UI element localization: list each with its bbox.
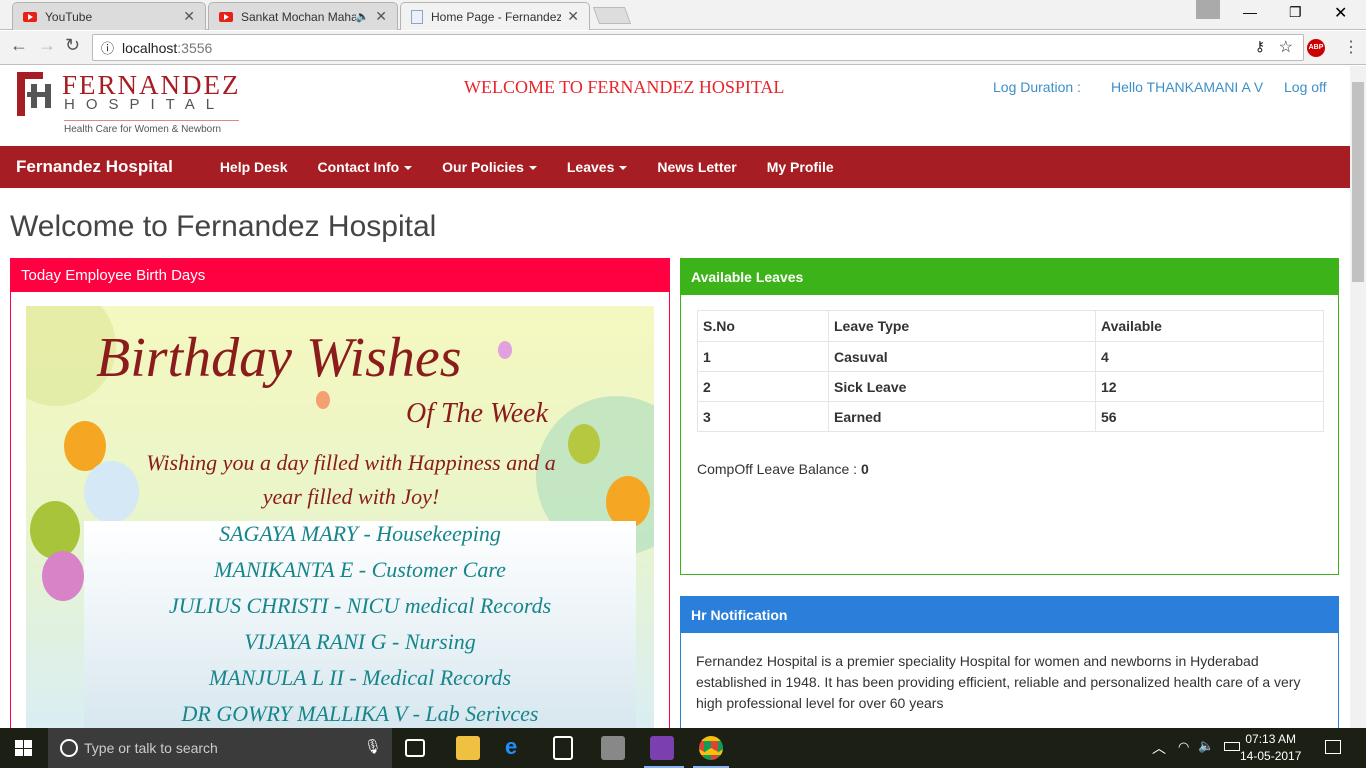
table-header: S.No Leave Type Available <box>697 310 1324 342</box>
taskbar-search[interactable]: Type or talk to search 🎙 <box>48 728 392 768</box>
user-greeting[interactable]: Hello THANKAMANI A V <box>1111 79 1263 95</box>
birthday-name: VIJAYA RANI G - Nursing <box>244 629 476 654</box>
leaves-table: S.No Leave Type Available 1 Casuval 4 2 Sick … <box>697 310 1324 432</box>
banner-subtitle: Of The Week <box>406 398 549 429</box>
birthday-name: MANJULA L II - Medical Records <box>208 665 512 690</box>
birthday-name: SAGAYA MARY - Housekeeping <box>219 521 501 546</box>
tab-youtube[interactable]: YouTube ✕ <box>12 2 206 30</box>
youtube-icon <box>23 11 37 22</box>
tab-sankat[interactable]: Sankat Mochan Maha 🔈 ✕ <box>208 2 398 30</box>
logo-mark-icon <box>15 72 59 116</box>
speaker-icon[interactable]: 🔈 <box>356 10 370 23</box>
info-icon: ⓘ <box>101 41 115 56</box>
windows-start-icon[interactable] <box>15 740 32 756</box>
nav-leaves[interactable]: Leaves <box>552 159 642 175</box>
clock[interactable]: 07:13 AM 14-05-2017 <box>1240 731 1301 765</box>
mic-icon[interactable]: 🎙 <box>364 738 382 755</box>
nav-help-desk[interactable]: Help Desk <box>205 159 303 175</box>
birthday-names: SAGAYA MARY - Housekeeping MANIKANTA E -… <box>84 521 636 736</box>
table-row: 1 Casuval 4 <box>697 341 1324 372</box>
leaves-panel-title: Available Leaves <box>681 259 1338 295</box>
key-icon[interactable]: ⚷ <box>1255 38 1265 55</box>
birthday-name: JULIUS CHRISTI - NICU medical Records <box>168 593 552 618</box>
caret-down-icon <box>619 166 628 171</box>
close-icon[interactable]: ✕ <box>375 8 387 25</box>
notifications-icon[interactable] <box>1325 740 1341 754</box>
leaves-panel: Available Leaves S.No Leave Type Available… <box>680 258 1339 575</box>
browser-toolbar: ← → ↻ ⓘ localhost:3556 ⚷ ☆ ABP ⋮ <box>0 31 1366 65</box>
table-row: 2 Sick Leave 12 <box>697 371 1324 402</box>
banner-title: Birthday Wishes <box>96 327 462 389</box>
visual-studio-icon[interactable] <box>650 736 674 760</box>
chrome-icon[interactable] <box>699 736 723 760</box>
birthdays-panel: Today Employee Birth Days Birthday Wishe… <box>10 258 670 738</box>
birthday-banner: Birthday Wishes Of The Week Wishing you … <box>26 306 654 736</box>
hr-notification-text: Fernandez Hospital is a premier speciali… <box>696 653 1301 711</box>
youtube-icon <box>219 11 233 22</box>
caret-down-icon <box>528 166 537 171</box>
cortana-icon <box>60 739 78 757</box>
new-tab-button[interactable] <box>592 7 632 24</box>
page-title: Welcome to Fernandez Hospital <box>10 210 437 243</box>
close-icon[interactable]: ✕ <box>183 8 195 25</box>
caret-down-icon <box>404 166 413 171</box>
banner-wish: Wishing you a day filled with Happiness … <box>146 450 556 509</box>
page-icon <box>411 9 423 24</box>
adblock-icon[interactable]: ABP <box>1307 39 1325 57</box>
menu-icon[interactable]: ⋮ <box>1343 37 1359 57</box>
compoff-balance: CompOff Leave Balance : 0 <box>697 461 869 477</box>
battery-icon[interactable] <box>1224 742 1240 751</box>
taskbar: Type or talk to search 🎙 e ︿ ◠ 🔈 07:13 AM… <box>0 728 1366 768</box>
main-nav: Fernandez Hospital Help Desk Contact Inf… <box>0 146 1350 188</box>
logoff-link[interactable]: Log off <box>1284 79 1327 95</box>
back-icon[interactable]: ← <box>10 35 28 56</box>
file-explorer-icon[interactable] <box>456 736 480 760</box>
task-view-icon[interactable] <box>405 739 425 757</box>
address-bar[interactable]: ⓘ localhost:3556 ⚷ ☆ <box>92 34 1304 61</box>
reload-icon[interactable]: ↻ <box>65 35 80 56</box>
forward-icon[interactable]: → <box>38 35 56 56</box>
profile-icon[interactable] <box>1196 0 1220 19</box>
restore-button[interactable]: ❐ <box>1289 4 1302 21</box>
nav-contact-info[interactable]: Contact Info <box>303 159 428 175</box>
nav-our-policies[interactable]: Our Policies <box>427 159 552 175</box>
nav-brand[interactable]: Fernandez Hospital <box>0 157 189 177</box>
close-window-button[interactable]: ✕ <box>1334 3 1347 23</box>
nav-my-profile[interactable]: My Profile <box>752 159 849 175</box>
hr-notification-panel: Hr Notification Fernandez Hospital is a … <box>680 596 1339 736</box>
volume-icon[interactable]: 🔈 <box>1198 738 1214 754</box>
tab-home[interactable]: Home Page - Fernandez ✕ <box>400 2 590 30</box>
close-icon[interactable]: ✕ <box>567 8 579 25</box>
star-icon[interactable]: ☆ <box>1279 37 1293 57</box>
log-duration: Log Duration : <box>993 79 1081 95</box>
hr-panel-title: Hr Notification <box>681 597 1338 633</box>
chevron-up-icon[interactable]: ︿ <box>1152 738 1166 758</box>
birthday-name: MANIKANTA E - Customer Care <box>214 557 506 582</box>
tab-bar: YouTube ✕ Sankat Mochan Maha 🔈 ✕ Home Page … <box>0 0 1366 30</box>
nav-news-letter[interactable]: News Letter <box>642 159 751 175</box>
logo-sub: HOSPITAL <box>64 96 226 113</box>
wifi-icon[interactable]: ◠ <box>1178 739 1189 755</box>
logo-tagline: Health Care for Women & Newborn <box>64 120 239 135</box>
tools-icon[interactable] <box>601 736 625 760</box>
welcome-banner: WELCOME TO FERNANDEZ HOSPITAL <box>464 77 785 97</box>
minimize-button[interactable]: — <box>1243 4 1257 20</box>
edge-icon[interactable]: e <box>505 736 529 760</box>
table-row: 3 Earned 56 <box>697 401 1324 432</box>
scrollbar-thumb[interactable] <box>1352 82 1364 282</box>
birthdays-panel-title: Today Employee Birth Days <box>11 259 669 292</box>
store-icon[interactable] <box>553 736 573 760</box>
